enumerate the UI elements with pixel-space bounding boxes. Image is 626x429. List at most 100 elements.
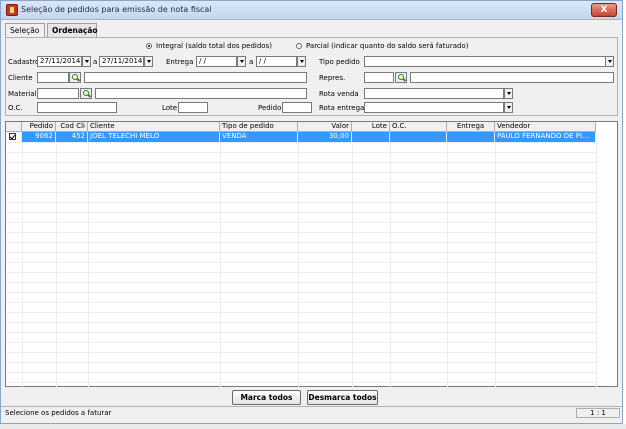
cliente-code-field[interactable] bbox=[37, 72, 69, 83]
column-header-oc[interactable]: O.C. bbox=[390, 122, 447, 132]
grid-line bbox=[352, 142, 353, 387]
marca-todos-button[interactable]: Marca todos bbox=[232, 390, 301, 405]
grid-line bbox=[390, 142, 391, 387]
cadastro-sep: a bbox=[93, 58, 98, 66]
radio-parcial[interactable] bbox=[296, 43, 302, 49]
grid-line bbox=[6, 252, 596, 253]
status-message: Selecione os pedidos a faturar bbox=[5, 409, 112, 417]
cliente-search-icon[interactable] bbox=[69, 72, 81, 83]
marca-todos-label: Marca todos bbox=[240, 393, 293, 402]
grid-line bbox=[6, 172, 596, 173]
oc-field[interactable] bbox=[37, 102, 117, 113]
repres-label: Repres. bbox=[319, 74, 346, 82]
pedido-field[interactable] bbox=[282, 102, 312, 113]
table-row[interactable]: 9062 452 JOEL TELECHI MELO VENDA 30,00 P… bbox=[6, 132, 596, 142]
grid-line bbox=[6, 342, 596, 343]
entrega-label: Entrega bbox=[166, 58, 194, 66]
entrega-from-dropdown[interactable] bbox=[237, 56, 246, 67]
rota-venda-dropdown[interactable] bbox=[504, 88, 513, 99]
cell-vendedor: PAULO FERNANDO DE PI... bbox=[495, 132, 596, 142]
grid-line bbox=[22, 142, 23, 387]
column-header-valor[interactable]: Valor bbox=[298, 122, 352, 132]
grid-line bbox=[298, 142, 299, 387]
column-header-cod-cli[interactable]: Cod Cli bbox=[56, 122, 88, 132]
column-header-check[interactable] bbox=[6, 122, 22, 132]
tipo-pedido-label: Tipo pedido bbox=[319, 58, 360, 66]
grid-line bbox=[6, 372, 596, 373]
cell-cod-cli: 452 bbox=[56, 132, 88, 142]
grid-line bbox=[6, 352, 596, 353]
cell-cliente: JOEL TELECHI MELO bbox=[88, 132, 220, 142]
grid-line bbox=[6, 142, 596, 143]
desmarca-todos-label: Desmarca todos bbox=[308, 393, 377, 402]
cadastro-to-field[interactable]: 27/11/2014 bbox=[99, 56, 144, 67]
grid-line bbox=[6, 282, 596, 283]
lote-field[interactable] bbox=[178, 102, 208, 113]
rota-venda-label: Rota venda bbox=[319, 90, 359, 98]
cadastro-from-dropdown[interactable] bbox=[82, 56, 91, 67]
filter-panel: Integral (saldo total dos pedidos) Parci… bbox=[5, 37, 618, 116]
grid-line bbox=[6, 312, 596, 313]
repres-search-icon[interactable] bbox=[395, 72, 407, 83]
grid-line bbox=[6, 302, 596, 303]
grid-line bbox=[6, 182, 596, 183]
rota-entrega-label: Rota entrega bbox=[319, 104, 365, 112]
material-label: Material bbox=[8, 90, 37, 98]
column-header-tipo[interactable]: Tipo de pedido bbox=[220, 122, 298, 132]
radio-integral[interactable] bbox=[146, 43, 152, 49]
cadastro-to-dropdown[interactable] bbox=[144, 56, 153, 67]
cadastro-label: Cadastro bbox=[8, 58, 40, 66]
cell-tipo: VENDA bbox=[220, 132, 298, 142]
cadastro-from-field[interactable]: 27/11/2014 bbox=[37, 56, 82, 67]
entrega-to-field[interactable]: / / bbox=[256, 56, 297, 67]
column-header-vendedor[interactable]: Vendedor bbox=[495, 122, 596, 132]
column-header-pedido[interactable]: Pedido bbox=[22, 122, 56, 132]
radio-integral-label: Integral (saldo total dos pedidos) bbox=[156, 42, 272, 50]
grid-line bbox=[6, 192, 596, 193]
grid-line bbox=[6, 232, 596, 233]
cell-lote bbox=[352, 132, 390, 142]
radio-parcial-label: Parcial (indicar quanto do saldo será fa… bbox=[306, 42, 469, 50]
cliente-name-field[interactable] bbox=[84, 72, 307, 83]
grid-line bbox=[6, 332, 596, 333]
rota-entrega-select[interactable] bbox=[364, 102, 504, 113]
material-name-field[interactable] bbox=[95, 88, 307, 99]
material-code-field[interactable] bbox=[37, 88, 79, 99]
grid-line bbox=[6, 292, 596, 293]
repres-code-field[interactable] bbox=[364, 72, 394, 83]
desmarca-todos-button[interactable]: Desmarca todos bbox=[307, 390, 378, 405]
entrega-to-dropdown[interactable] bbox=[297, 56, 306, 67]
column-header-lote[interactable]: Lote bbox=[352, 122, 390, 132]
taskbar-strip bbox=[0, 424, 626, 429]
grid-line bbox=[56, 142, 57, 387]
rota-venda-select[interactable] bbox=[364, 88, 504, 99]
rota-entrega-dropdown[interactable] bbox=[504, 102, 513, 113]
grid-line bbox=[6, 322, 596, 323]
tab-selecao[interactable]: Seleção bbox=[5, 23, 45, 37]
tipo-pedido-select[interactable] bbox=[364, 56, 614, 67]
main-window: Seleção de pedidos para emissão de nota … bbox=[0, 0, 623, 424]
close-button[interactable]: X bbox=[591, 3, 617, 17]
title-bar: Seleção de pedidos para emissão de nota … bbox=[1, 1, 622, 20]
grid-line bbox=[447, 142, 448, 387]
grid-line bbox=[6, 152, 596, 153]
grid-line bbox=[596, 142, 597, 387]
status-bar: Selecione os pedidos a faturar 1 : 1 bbox=[1, 406, 622, 418]
column-header-cliente[interactable]: Cliente bbox=[88, 122, 220, 132]
tipo-pedido-dropdown[interactable] bbox=[605, 56, 614, 67]
row-checkbox[interactable] bbox=[6, 132, 22, 142]
tab-ordenacao[interactable]: Ordenação bbox=[47, 23, 98, 37]
entrega-from-field[interactable]: / / bbox=[196, 56, 237, 67]
grid-line bbox=[6, 262, 596, 263]
window-title: Seleção de pedidos para emissão de nota … bbox=[21, 5, 212, 14]
grid-line bbox=[6, 212, 596, 213]
entrega-sep: a bbox=[249, 58, 254, 66]
column-header-entrega[interactable]: Entrega bbox=[447, 122, 495, 132]
repres-name-field[interactable] bbox=[410, 72, 614, 83]
grid-line bbox=[6, 202, 596, 203]
cell-valor: 30,00 bbox=[298, 132, 352, 142]
material-search-icon[interactable] bbox=[80, 88, 92, 99]
lote-label: Lote bbox=[162, 104, 178, 112]
grid-line bbox=[6, 162, 596, 163]
orders-table: Pedido Cod Cli Cliente Tipo de pedido Va… bbox=[5, 121, 618, 387]
